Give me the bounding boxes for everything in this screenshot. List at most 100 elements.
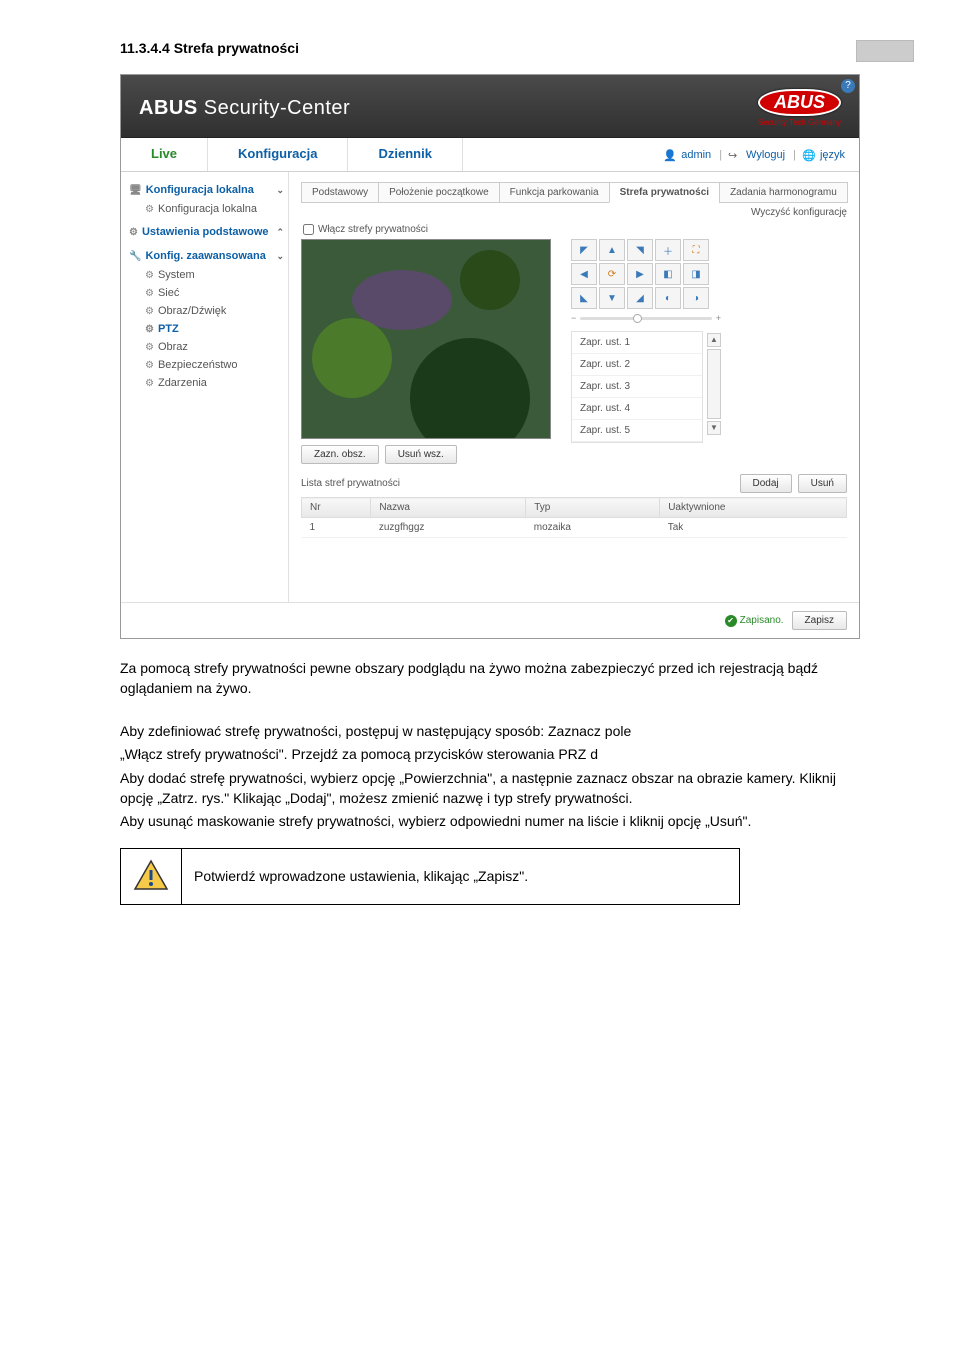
sidebar-head-basic-label: Ustawienia podstawowe xyxy=(142,226,269,238)
privacy-list-section: Lista stref prywatności Dodaj Usuń Nr Na… xyxy=(301,474,847,538)
subtab-basic[interactable]: Podstawowy xyxy=(301,182,379,203)
para-1: Za pomocą strefy prywatności pewne obsza… xyxy=(120,659,860,698)
sidebar-head-advanced[interactable]: 🔧Konfig. zaawansowana ⌄ xyxy=(129,246,284,266)
gear-icon: ⚙ xyxy=(145,360,154,371)
enable-privacy-checkbox[interactable]: Włącz strefy prywatności xyxy=(303,224,847,235)
logo-oval: ABUS xyxy=(758,89,841,116)
sidebar-item-ptz-label: PTZ xyxy=(158,323,179,335)
table-row[interactable]: 1 zuzgfhggz mozaika Tak xyxy=(302,518,847,538)
iris-open-icon[interactable]: ◐ xyxy=(655,287,681,309)
col-type[interactable]: Typ xyxy=(526,498,660,518)
privacy-list-title: Lista stref prywatności xyxy=(301,478,400,489)
preset-item[interactable]: Zapr. ust. 5 xyxy=(572,420,702,442)
ptz-down-icon[interactable]: ▼ xyxy=(599,287,625,309)
sidebar-item-ptz[interactable]: ⚙PTZ xyxy=(129,320,284,338)
sidebar-item-security[interactable]: ⚙Bezpieczeństwo xyxy=(129,356,284,374)
ptz-auto-icon[interactable]: ⟳ xyxy=(599,263,625,285)
sep: | xyxy=(793,149,796,161)
ptz-up-left-icon[interactable]: ◤ xyxy=(571,239,597,261)
ptz-up-right-icon[interactable]: ◥ xyxy=(627,239,653,261)
sidebar-item-imgsnd[interactable]: ⚙Obraz/Dźwięk xyxy=(129,302,284,320)
preset-scrollbar: ▲ ▼ xyxy=(707,333,721,443)
brand: ABUS Security-Center xyxy=(139,97,350,120)
sidebar-item-events[interactable]: ⚙Zdarzenia xyxy=(129,374,284,392)
preset-item[interactable]: Zapr. ust. 2 xyxy=(572,354,702,376)
logo-subtext: Security Tech Germany xyxy=(758,118,841,127)
add-button[interactable]: Dodaj xyxy=(740,474,792,493)
cell-nr: 1 xyxy=(302,518,371,538)
help-icon[interactable]: ? xyxy=(841,79,855,93)
language-link[interactable]: język xyxy=(820,149,845,161)
subtab-privacy[interactable]: Strefa prywatności xyxy=(609,182,720,203)
sidebar-item-image[interactable]: ⚙Obraz xyxy=(129,338,284,356)
chevron-down-icon: ⌄ xyxy=(276,251,284,262)
ptz-right-icon[interactable]: ▶ xyxy=(627,263,653,285)
preset-item[interactable]: Zapr. ust. 1 xyxy=(572,332,702,354)
para-4: Aby dodać strefę prywatności, wybierz op… xyxy=(120,769,860,808)
slider-thumb[interactable] xyxy=(633,314,642,323)
ptz-down-right-icon[interactable]: ◢ xyxy=(627,287,653,309)
mark-area-button[interactable]: Zazn. obsz. xyxy=(301,445,379,464)
saved-status: Zapisano. xyxy=(725,615,784,627)
ptz-up-icon[interactable]: ▲ xyxy=(599,239,625,261)
nav-live[interactable]: Live xyxy=(121,138,208,171)
logout-link[interactable]: Wyloguj xyxy=(746,149,785,161)
sidebar-item-system[interactable]: ⚙System xyxy=(129,266,284,284)
sidebar-head-basic[interactable]: ⚙Ustawienia podstawowe ⌃ xyxy=(129,222,284,242)
scroll-up-icon[interactable]: ▲ xyxy=(707,333,721,347)
preset-label: Zapr. ust. 4 xyxy=(580,403,630,414)
sidebar-item-system-label: System xyxy=(158,269,195,281)
sidebar-item-events-label: Zdarzenia xyxy=(158,377,207,389)
preset-wrap: Zapr. ust. 1 Zapr. ust. 2 Zapr. ust. 3 Z… xyxy=(571,331,721,443)
video-preview[interactable] xyxy=(301,239,551,439)
delete-button[interactable]: Usuń xyxy=(798,474,847,493)
sidebar-head-localcfg[interactable]: 🖥Konfiguracja lokalna ⌄ xyxy=(129,180,284,200)
col-name[interactable]: Nazwa xyxy=(371,498,526,518)
sep: | xyxy=(719,149,722,161)
preset-item[interactable]: Zapr. ust. 3 xyxy=(572,376,702,398)
top-nav: Live Konfiguracja Dziennik 👤 admin | ↪ W… xyxy=(121,138,859,172)
preset-item[interactable]: Zapr. ust. 4 xyxy=(572,398,702,420)
ptz-left-icon[interactable]: ◀ xyxy=(571,263,597,285)
app-footer: Zapisano. Zapisz xyxy=(121,602,859,638)
gear-icon: ⚙ xyxy=(129,227,138,238)
user-name[interactable]: admin xyxy=(681,149,711,161)
note-icon-cell xyxy=(121,848,182,904)
ptz-down-left-icon[interactable]: ◣ xyxy=(571,287,597,309)
para-2: Aby zdefiniować strefę prywatności, post… xyxy=(120,722,860,742)
iris-close-icon[interactable]: ◑ xyxy=(683,287,709,309)
save-button[interactable]: Zapisz xyxy=(792,611,847,630)
col-enabled[interactable]: Uaktywnione xyxy=(660,498,847,518)
subtab-initpos[interactable]: Położenie początkowe xyxy=(378,182,500,203)
video-and-ptz-row: Zazn. obsz. Usuń wsz. ◤ ▲ ◥ ＋ ⛶ ◀ ⟳ xyxy=(301,239,847,464)
sidebar-item-localcfg[interactable]: ⚙Konfiguracja lokalna xyxy=(129,200,284,218)
speed-slider[interactable]: − + xyxy=(571,313,721,323)
nav-config[interactable]: Konfiguracja xyxy=(208,138,348,171)
gear-icon: ⚙ xyxy=(145,306,154,317)
app-screenshot: ? ABUS Security-Center ABUS Security Tec… xyxy=(120,74,860,639)
sidebar: 🖥Konfiguracja lokalna ⌄ ⚙Konfiguracja lo… xyxy=(121,172,289,602)
zoom-wide-icon[interactable]: ⛶ xyxy=(683,239,709,261)
clear-config-link[interactable]: Wyczyść konfigurację xyxy=(301,207,847,218)
body-text: Za pomocą strefy prywatności pewne obsza… xyxy=(120,659,860,832)
preset-label: Zapr. ust. 3 xyxy=(580,381,630,392)
zoom-in-icon[interactable]: ＋ xyxy=(655,239,681,261)
col-nr[interactable]: Nr xyxy=(302,498,371,518)
scroll-down-icon[interactable]: ▼ xyxy=(707,421,721,435)
focus-far-icon[interactable]: ◨ xyxy=(683,263,709,285)
para-5: Aby usunąć maskowanie strefy prywatności… xyxy=(120,812,860,832)
preset-label: Zapr. ust. 2 xyxy=(580,359,630,370)
focus-near-icon[interactable]: ◧ xyxy=(655,263,681,285)
user-icon: 👤 xyxy=(663,149,675,161)
sidebar-item-net[interactable]: ⚙Sieć xyxy=(129,284,284,302)
app-body: 🖥Konfiguracja lokalna ⌄ ⚙Konfiguracja lo… xyxy=(121,172,859,602)
delete-all-button[interactable]: Usuń wsz. xyxy=(385,445,457,464)
enable-privacy-input[interactable] xyxy=(303,224,314,235)
gear-icon: ⚙ xyxy=(145,342,154,353)
slider-track[interactable] xyxy=(580,317,711,320)
subtab-schedule[interactable]: Zadania harmonogramu xyxy=(719,182,848,203)
subtab-park[interactable]: Funkcja parkowania xyxy=(499,182,610,203)
scroll-track[interactable] xyxy=(707,349,721,419)
nav-journal[interactable]: Dziennik xyxy=(348,138,462,171)
brand-rest: Security-Center xyxy=(198,97,351,119)
